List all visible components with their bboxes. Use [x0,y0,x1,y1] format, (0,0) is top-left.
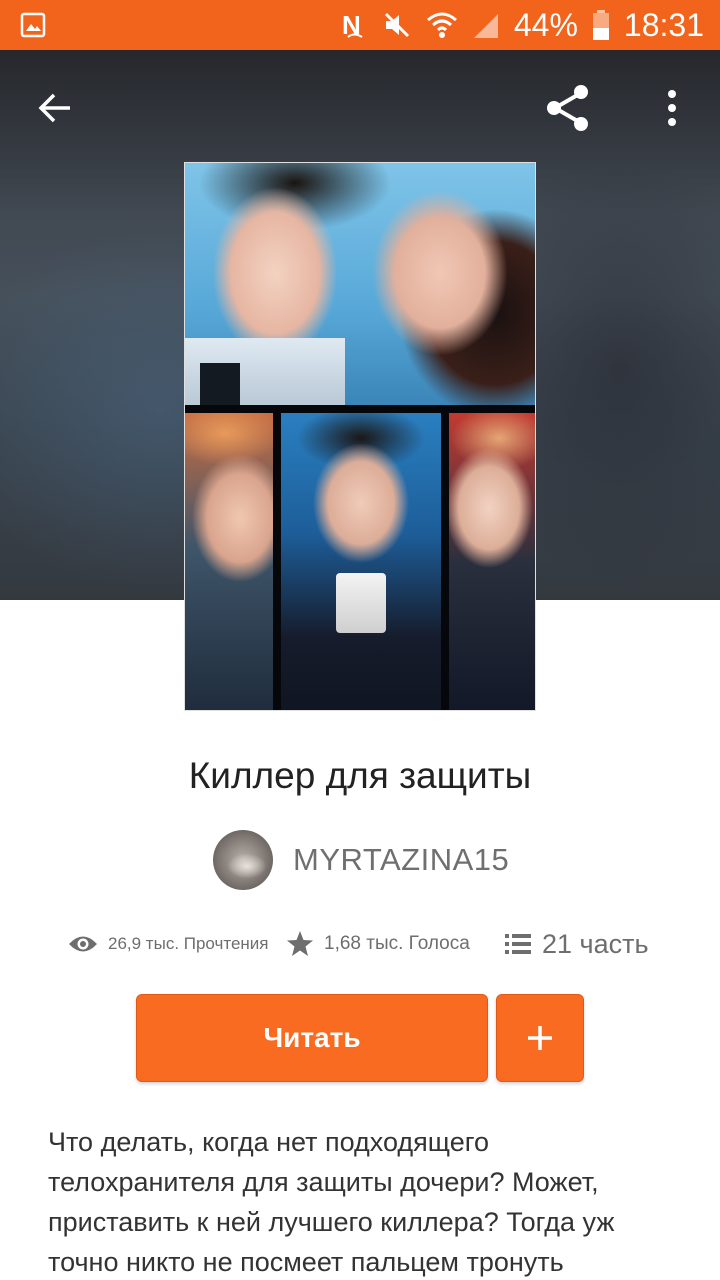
arrow-back-icon [38,93,70,123]
back-button[interactable] [28,80,84,136]
author-name[interactable]: MYRTAZINA15 [293,842,509,878]
add-to-library-button[interactable] [496,994,584,1082]
eye-icon [69,936,97,952]
author-row[interactable]: MYRTAZINA15 [213,830,509,890]
battery-icon [592,9,610,41]
star-icon [287,931,313,956]
signal-icon [472,10,500,40]
more-options-button[interactable] [644,80,700,136]
n-icon: N [340,10,368,40]
clock: 18:31 [623,7,704,43]
avatar[interactable] [213,830,273,890]
reads-stat: 26,9 тыс. Прочтения [68,922,269,966]
cover-art-left [185,413,273,710]
list-icon [505,934,531,954]
share-button[interactable] [540,80,596,136]
mute-icon [382,10,412,40]
parts-stat[interactable]: 21 часть [504,922,649,966]
read-button[interactable]: Читать [136,994,488,1082]
votes-stat: 1,68 тыс. Голоса [286,922,470,966]
cover-art-top [185,163,535,405]
parts-count[interactable]: 21 часть [542,929,649,960]
share-icon [547,85,588,131]
more-vert-icon [668,90,676,126]
votes-count: 1,68 тыс. Голоса [324,933,470,954]
battery-percent: 44% [513,7,578,43]
reads-count: 26,9 тыс. Прочтения [108,934,269,953]
gallery-icon [20,12,46,38]
story-description: Что делать, когда нет подходящего телохр… [48,1127,615,1277]
wifi-icon [426,10,458,40]
story-stats: 26,9 тыс. Прочтения 1,68 тыс. Голоса 21 … [68,922,668,966]
plus-icon [528,1026,552,1050]
cover-art-right [449,413,535,710]
book-cover[interactable] [184,162,536,711]
story-title: Киллер для защиты [188,755,532,796]
status-bar: N 44% 18:31 [0,0,720,50]
cover-art-center [281,413,441,710]
